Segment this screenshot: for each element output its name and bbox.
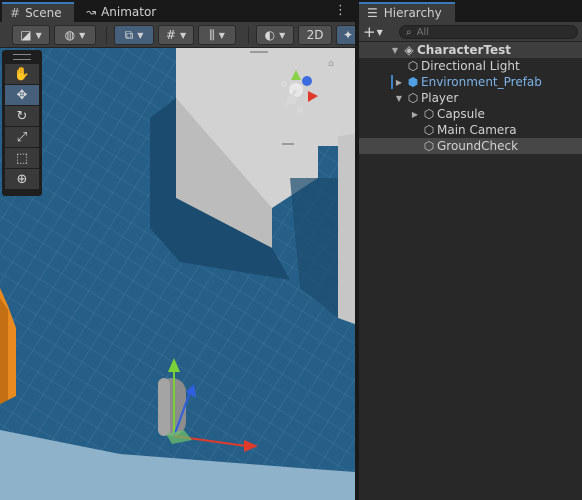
- scale-tool[interactable]: ⤢: [5, 127, 39, 147]
- chevron-down-icon: ▼: [279, 30, 286, 40]
- tree-item-environment-prefab[interactable]: ▶ ⬢ Environment_Prefab: [359, 74, 582, 90]
- grid-snap-icon: ⧉: [124, 27, 134, 42]
- hand-tool[interactable]: ✋: [5, 64, 39, 84]
- tree-item-player[interactable]: ▼ ⬡ Player: [359, 90, 582, 106]
- scene-view-tool-dropdown[interactable]: ⧉ ▼: [114, 25, 154, 45]
- expand-arrow-icon[interactable]: ▼: [389, 46, 401, 55]
- render-mode-dropdown[interactable]: ◍ ▼: [54, 25, 96, 45]
- expand-arrow-icon[interactable]: ▼: [393, 94, 405, 103]
- tab-scene-label: Scene: [25, 6, 62, 20]
- hierarchy-panel: ☰ Hierarchy +▼ ⌕ ▼ ◈ CharacterTest ⬡ Dir…: [357, 0, 582, 500]
- hierarchy-search-input[interactable]: [416, 26, 557, 38]
- tab-hierarchy[interactable]: ☰ Hierarchy: [359, 2, 455, 22]
- tree-item-charactertest[interactable]: ▼ ◈ CharacterTest: [359, 42, 582, 58]
- wall-shadow: [290, 178, 338, 318]
- draw-mode-icon: ◪: [20, 28, 32, 42]
- tree-item-label: Capsule: [437, 107, 485, 121]
- increment-snap-dropdown[interactable]: ⫼ ▼: [198, 25, 236, 45]
- chevron-down-icon: ▼: [35, 30, 42, 40]
- tree-item-label: Directional Light: [421, 59, 520, 73]
- tab-animator-label: Animator: [101, 5, 157, 19]
- palette-grip[interactable]: [13, 54, 31, 60]
- collapse-arrow-icon[interactable]: ▶: [393, 78, 405, 87]
- wall-side: [338, 134, 355, 324]
- scene-panel: # Scene ↝ Animator ⋮ ◪ ▼ ◍ ▼ ⧉ ▼ # ▼ ⫼ ▼ ◐ ▼: [0, 0, 355, 500]
- move-tool[interactable]: ✥: [5, 85, 39, 105]
- tab-hierarchy-label: Hierarchy: [383, 6, 442, 20]
- chevron-down-icon: ▼: [179, 30, 187, 40]
- tree-item-capsule[interactable]: ▶ ⬡ Capsule: [359, 106, 582, 122]
- scene-viewport[interactable]: ⌂: [0, 48, 355, 500]
- chevron-down-icon: ▼: [79, 30, 86, 40]
- unity-scene-icon: ◈: [404, 43, 414, 57]
- tree-item-label: GroundCheck: [437, 139, 519, 153]
- collapse-arrow-icon[interactable]: ▶: [409, 110, 421, 119]
- tree-item-groundcheck[interactable]: ⬡ GroundCheck: [359, 138, 582, 154]
- tree-item-directional-light[interactable]: ⬡ Directional Light: [359, 58, 582, 74]
- scene-render: ⌂: [0, 48, 355, 500]
- rect-tool[interactable]: ⬚: [5, 148, 39, 168]
- cube-icon: ⬡: [423, 107, 435, 121]
- transform-tool[interactable]: ⊕: [5, 169, 39, 189]
- tab-scene[interactable]: # Scene: [2, 2, 74, 22]
- rotate-icon: ↻: [16, 108, 28, 124]
- search-icon: ⌕: [406, 26, 412, 38]
- tree-item-label: Main Camera: [437, 123, 517, 137]
- hierarchy-toolbar: +▼ ⌕: [359, 22, 582, 42]
- draw-mode-dropdown[interactable]: ◪ ▼: [12, 25, 50, 45]
- ruler-icon: ⫼: [209, 27, 215, 42]
- move-icon: ✥: [16, 87, 28, 103]
- cube-icon: ⬡: [407, 59, 419, 73]
- hierarchy-tab-bar: ☰ Hierarchy: [359, 0, 582, 22]
- animator-icon: ↝: [86, 5, 97, 19]
- plus-icon: +: [363, 23, 376, 41]
- player-capsule[interactable]: [158, 378, 186, 436]
- tree-item-label: Player: [421, 91, 459, 105]
- sphere-icon: ◐: [264, 28, 276, 42]
- transform-icon: ⊕: [16, 171, 28, 187]
- tool-palette: ✋ ✥ ↻ ⤢ ⬚ ⊕: [2, 50, 42, 196]
- orange-block-side: [0, 298, 8, 404]
- cube-icon: ⬡: [407, 91, 419, 105]
- scale-icon: ⤢: [16, 129, 28, 145]
- toolbar-divider: [248, 26, 249, 44]
- toolbar-divider: [106, 26, 107, 44]
- prefab-icon: ⬢: [407, 75, 419, 89]
- rect-icon: ⬚: [15, 150, 29, 166]
- hierarchy-search: ⌕: [399, 25, 578, 39]
- globe-icon: ◍: [64, 28, 76, 42]
- lightbulb-icon: ✦: [342, 28, 354, 42]
- hierarchy-tree: ▼ ◈ CharacterTest ⬡ Directional Light ▶ …: [359, 42, 582, 154]
- scene-tab-bar: # Scene ↝ Animator ⋮: [0, 0, 355, 22]
- tree-item-label: Environment_Prefab: [421, 75, 542, 89]
- mode-2d-toggle[interactable]: 2D: [298, 25, 332, 45]
- shading-dropdown[interactable]: ◐ ▼: [256, 25, 294, 45]
- mode-2d-label: 2D: [306, 28, 324, 42]
- list-icon: ☰: [367, 6, 378, 20]
- scene-toolbar: ◪ ▼ ◍ ▼ ⧉ ▼ # ▼ ⫼ ▼ ◐ ▼ 2D ✦: [0, 22, 355, 48]
- tab-animator[interactable]: ↝ Animator: [78, 2, 168, 22]
- grid-dropdown[interactable]: # ▼: [158, 25, 194, 45]
- add-object-button[interactable]: +▼: [363, 23, 383, 41]
- scene-menu-icon[interactable]: ⋮: [334, 3, 347, 18]
- chevron-down-icon: ▼: [218, 30, 225, 40]
- grid-magnet-icon: #: [165, 28, 176, 42]
- lighting-toggle[interactable]: ✦: [336, 25, 355, 45]
- chevron-down-icon: ▼: [137, 30, 144, 40]
- tree-item-main-camera[interactable]: ⬡ Main Camera: [359, 122, 582, 138]
- tree-item-label: CharacterTest: [417, 43, 511, 57]
- grid-icon: #: [10, 6, 21, 20]
- chevron-down-icon: ▼: [376, 28, 383, 37]
- prefab-override-marker: [391, 75, 393, 89]
- cube-icon: ⬡: [423, 123, 435, 137]
- lock-icon[interactable]: ⌂: [328, 59, 334, 69]
- cube-icon: ⬡: [423, 139, 435, 153]
- hand-icon: ✋: [13, 66, 31, 82]
- rotate-tool[interactable]: ↻: [5, 106, 39, 126]
